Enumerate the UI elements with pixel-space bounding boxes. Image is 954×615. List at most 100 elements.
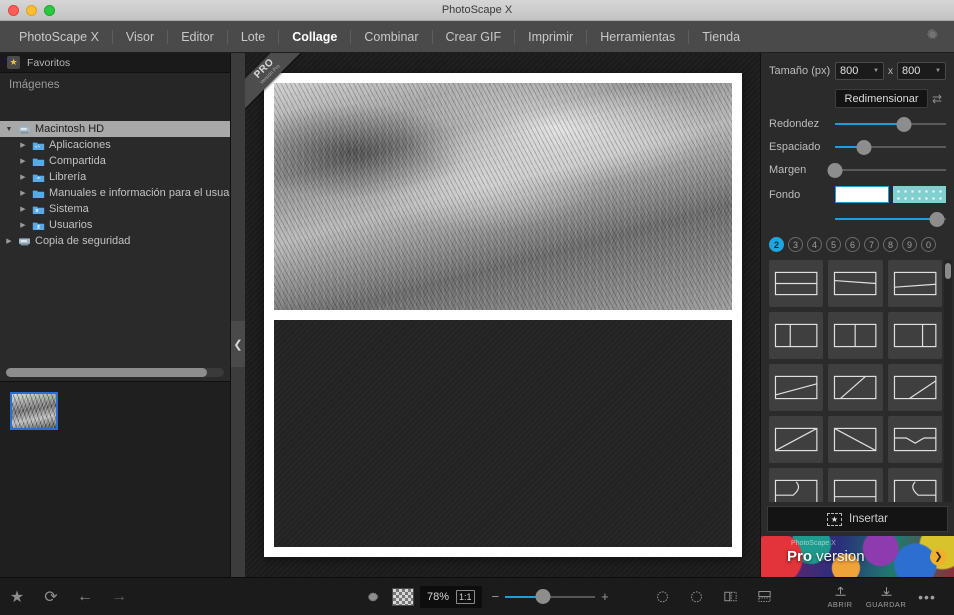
forward-arrow-icon[interactable]: → — [102, 578, 136, 615]
layout-template-split-vertical-left[interactable] — [769, 312, 823, 359]
background-pattern-swatch[interactable] — [893, 186, 946, 203]
chevron-right-icon[interactable]: ▶ — [18, 141, 28, 149]
chevron-right-icon[interactable]: ▶ — [18, 157, 28, 165]
chevron-right-icon[interactable]: ▶ — [18, 173, 28, 181]
count-badge-7[interactable]: 7 — [864, 237, 879, 252]
gear-icon[interactable] — [356, 578, 390, 615]
tree-item-copia-de-seguridad[interactable]: ▶Copia de seguridad — [0, 233, 230, 249]
layout-template-diagonal-shallow-up[interactable] — [769, 364, 823, 411]
menu-item-combinar[interactable]: Combinar — [351, 21, 431, 53]
folder-tree[interactable]: ▼Macintosh HD▶Aplicaciones▶Compartida▶Li… — [0, 121, 230, 365]
tree-item-aplicaciones[interactable]: ▶Aplicaciones — [0, 137, 230, 153]
rotate-left-icon[interactable] — [645, 578, 679, 615]
ellipsis-icon[interactable]: ••• — [910, 578, 944, 615]
menu-item-crear-gif[interactable]: Crear GIF — [433, 21, 515, 53]
menu-item-herramientas[interactable]: Herramientas — [587, 21, 688, 53]
thumbnail-item[interactable] — [10, 392, 58, 430]
height-select[interactable]: 800 ▼ — [897, 62, 946, 80]
count-badge-0[interactable]: 0 — [921, 237, 936, 252]
rotate-right-icon[interactable] — [679, 578, 713, 615]
slider-margen[interactable] — [835, 163, 946, 177]
layout-template-flat-bottom[interactable] — [828, 468, 882, 502]
chevron-right-icon[interactable]: ▶ — [18, 189, 28, 197]
swap-arrows-icon[interactable]: ⇄ — [928, 92, 946, 106]
collage-cell-1[interactable] — [274, 83, 732, 310]
scrollbar-thumb[interactable] — [945, 263, 951, 279]
zoom-in-button[interactable]: + — [601, 589, 609, 604]
menu-item-collage[interactable]: Collage — [279, 21, 350, 53]
count-badge-9[interactable]: 9 — [902, 237, 917, 252]
chevron-left-icon[interactable]: ❮ — [231, 321, 245, 367]
count-badge-5[interactable]: 5 — [826, 237, 841, 252]
zoom-actual-size-button[interactable]: 1:1 — [456, 590, 475, 604]
transparency-checker-icon[interactable] — [392, 588, 414, 606]
chevron-right-icon[interactable]: ❯ — [930, 548, 947, 565]
chevron-down-icon[interactable]: ▼ — [4, 126, 14, 133]
layout-template-zigzag-horizontal[interactable] — [888, 416, 942, 463]
layout-template-split-horizontal-angled[interactable] — [828, 260, 882, 307]
resize-button[interactable]: Redimensionar — [835, 89, 928, 108]
menu-item-imprimir[interactable]: Imprimir — [515, 21, 586, 53]
cell-count-badges[interactable]: 234567890 — [761, 226, 954, 260]
width-select[interactable]: 800 ▼ — [835, 62, 884, 80]
count-badge-6[interactable]: 6 — [845, 237, 860, 252]
favorites-header[interactable]: ★ Favoritos — [0, 53, 230, 73]
gear-icon[interactable] — [925, 27, 940, 47]
tree-item-librer-a[interactable]: ▶Librería — [0, 169, 230, 185]
zoom-readout[interactable]: 78% 1:1 — [420, 586, 482, 608]
collage-canvas[interactable]: PRO Versión Pro — [245, 53, 760, 577]
slider-knob[interactable] — [828, 163, 843, 178]
layout-template-split-vertical-right[interactable] — [888, 312, 942, 359]
layout-template-curve-left[interactable] — [888, 468, 942, 502]
tree-item-manuales-e-informaci-n-para-[interactable]: ▶Manuales e información para el usuario — [0, 185, 230, 201]
zoom-out-button[interactable]: − — [492, 589, 500, 604]
tree-item-compartida[interactable]: ▶Compartida — [0, 153, 230, 169]
thumbnail-strip[interactable] — [0, 381, 230, 577]
scrollbar-thumb[interactable] — [6, 368, 207, 377]
layout-template-split-vertical-center[interactable] — [828, 312, 882, 359]
collage-cell-2[interactable] — [274, 320, 732, 547]
count-badge-8[interactable]: 8 — [883, 237, 898, 252]
favorite-star-icon[interactable]: ★ — [0, 578, 34, 615]
slider-espaciado[interactable] — [835, 140, 946, 154]
favorites-item-images[interactable]: Imágenes — [9, 79, 221, 91]
layout-templates[interactable] — [761, 260, 954, 502]
open-button[interactable]: ABRIR — [818, 584, 862, 609]
menu-item-lote[interactable]: Lote — [228, 21, 278, 53]
tree-horizontal-scrollbar[interactable] — [0, 365, 230, 381]
tree-item-usuarios[interactable]: ▶Usuarios — [0, 217, 230, 233]
insert-button[interactable]: ★ Insertar — [767, 506, 948, 532]
count-badge-4[interactable]: 4 — [807, 237, 822, 252]
layout-template-diagonal-steep-up[interactable] — [828, 364, 882, 411]
layout-template-diagonal-full-down[interactable] — [828, 416, 882, 463]
slider-knob[interactable] — [856, 140, 871, 155]
chevron-right-icon[interactable]: ▶ — [4, 237, 14, 245]
chevron-right-icon[interactable]: ▶ — [18, 221, 28, 229]
count-badge-3[interactable]: 3 — [788, 237, 803, 252]
layout-template-diagonal-corner-up[interactable] — [888, 364, 942, 411]
count-badge-2[interactable]: 2 — [769, 237, 784, 252]
back-arrow-icon[interactable]: ← — [68, 578, 102, 615]
zoom-slider[interactable] — [505, 590, 595, 604]
save-button[interactable]: GUARDAR — [864, 584, 908, 609]
layout-template-diagonal-full-up[interactable] — [769, 416, 823, 463]
tree-item-sistema[interactable]: ▶Sistema — [0, 201, 230, 217]
menu-item-editor[interactable]: Editor — [168, 21, 227, 53]
slider-knob[interactable] — [535, 589, 550, 604]
menu-item-tienda[interactable]: Tienda — [689, 21, 753, 53]
layout-template-split-horizontal-low[interactable] — [888, 260, 942, 307]
collage-sheet[interactable] — [264, 73, 742, 557]
flip-vertical-icon[interactable] — [747, 578, 781, 615]
layouts-scrollbar[interactable] — [944, 260, 952, 502]
menu-item-visor[interactable]: Visor — [113, 21, 167, 53]
tree-item-macintosh-hd[interactable]: ▼Macintosh HD — [0, 121, 230, 137]
flip-horizontal-icon[interactable] — [713, 578, 747, 615]
chevron-right-icon[interactable]: ▶ — [18, 205, 28, 213]
background-color-swatch[interactable] — [835, 186, 889, 203]
slider-knob[interactable] — [896, 117, 911, 132]
pro-version-banner[interactable]: PhotoScape X Pro version ❯ — [761, 536, 954, 577]
menu-item-photoscape-x[interactable]: PhotoScape X — [6, 21, 112, 53]
slider-redondez[interactable] — [835, 117, 946, 131]
opacity-slider[interactable] — [835, 212, 946, 226]
slider-knob[interactable] — [930, 212, 945, 227]
